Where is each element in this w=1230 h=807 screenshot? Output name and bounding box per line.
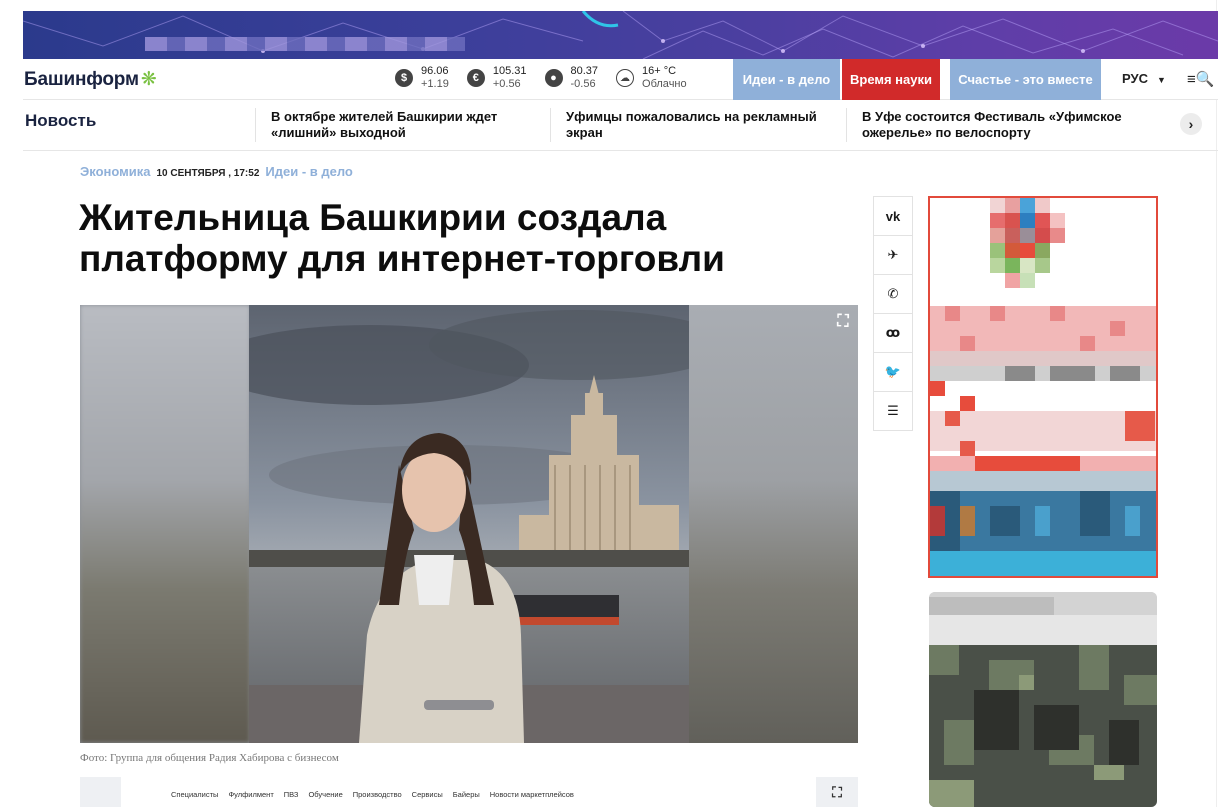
rate-eur-change: +0.56 — [492, 78, 521, 90]
nav-ideas-button[interactable]: Идеи - в дело — [733, 59, 840, 100]
site-logo[interactable]: Башинформ ❋ — [24, 68, 157, 91]
article-title: Жительница Башкирии создала платформу дл… — [79, 197, 725, 279]
euro-icon: € — [466, 69, 485, 87]
banner-network-graphic — [23, 11, 1218, 59]
strip-left-blur — [80, 777, 121, 807]
rate-oil-value: 80.37 — [570, 65, 599, 77]
rate-eur: € 105.31 +0.56 — [466, 65, 527, 91]
vk-share-button[interactable]: vk — [873, 196, 913, 236]
ticker-next-button[interactable]: › — [1180, 113, 1202, 135]
ticker-item[interactable]: В октябре жителей Башкирии ждет «лишний» … — [271, 109, 497, 141]
page-scrollbar[interactable] — [1216, 0, 1230, 807]
hero-photo — [249, 305, 689, 743]
sidebar-ad-top[interactable] — [928, 196, 1158, 578]
ticker-item[interactable]: В Уфе состоится Фестиваль «Уфимское ожере… — [862, 109, 1122, 141]
oil-drop-icon: ● — [544, 69, 563, 87]
expand-icon[interactable]: ⛶ — [816, 777, 858, 807]
twitter-share-button[interactable]: 🐦 — [873, 352, 913, 392]
hero-blur-right — [688, 305, 858, 743]
sidebar-ad-bottom[interactable] — [929, 592, 1157, 807]
weather: ☁ 16+ °C Облачно — [616, 65, 687, 91]
rate-oil-change: -0.56 — [570, 78, 596, 90]
expand-icon[interactable]: ⛶ — [834, 313, 852, 331]
rate-usd-change: +1.19 — [421, 78, 449, 90]
cloud-icon: ☁ — [616, 69, 635, 87]
nav-happiness-button[interactable]: Счастье - это вместе — [950, 59, 1101, 100]
photo-caption: Фото: Группа для общения Радия Хабирова … — [80, 752, 339, 764]
ticker-item[interactable]: Уфимцы пожаловались на рекламный экран — [566, 109, 817, 141]
chevron-down-icon: ▼ — [1156, 75, 1166, 85]
ad-mosaic — [930, 198, 1156, 576]
rubric-link[interactable]: Экономика — [80, 164, 151, 179]
top-ad-banner[interactable] — [23, 11, 1218, 59]
weather-desc: Облачно — [642, 78, 687, 90]
rate-oil: ● 80.37 -0.56 — [544, 65, 599, 91]
hero-blur-left — [80, 305, 250, 743]
hero-image[interactable]: ⛶ — [80, 305, 858, 743]
odnoklassniki-share-button[interactable]: ꚙ — [873, 313, 913, 353]
site-header: Башинформ ❋ $ 96.06 +1.19 € 105.31 +0.56 ● … — [23, 59, 1218, 100]
banner-pixelated-text — [145, 37, 465, 51]
rate-eur-value: 105.31 — [492, 65, 527, 77]
ticker-divider — [846, 108, 847, 142]
strip-nav: Специалисты Фулфилмент ПВЗ Обучение Прои… — [171, 790, 574, 799]
telegram-share-button[interactable]: ✈ — [873, 235, 913, 275]
logo-star-icon: ❋ — [140, 69, 157, 90]
share-panel: vk ✈ ✆ ꚙ 🐦 ☰ — [873, 196, 913, 431]
whatsapp-share-button[interactable]: ✆ — [873, 274, 913, 314]
ticker-divider — [550, 108, 551, 142]
rate-usd-value: 96.06 — [421, 65, 449, 77]
ad-mosaic — [929, 592, 1157, 807]
dollar-icon: $ — [395, 69, 413, 87]
nav-science-button[interactable]: Время науки — [842, 59, 940, 100]
publish-date: 10 СЕНТЯБРЯ , 17:52 — [156, 168, 260, 179]
currency-rates: $ 96.06 +1.19 € 105.31 +0.56 ● 80.37 -0.56 … — [395, 65, 687, 91]
news-ticker: Новость В октябре жителей Башкирии ждет «… — [23, 100, 1218, 151]
tag-link[interactable]: Идеи - в дело — [265, 164, 352, 179]
menu-search-icon[interactable]: ≡🔍 — [1187, 70, 1214, 88]
weather-temp: 16+ °C — [642, 65, 677, 77]
rate-usd: $ 96.06 +1.19 — [395, 65, 449, 91]
ticker-divider — [255, 108, 256, 142]
second-image: Специалисты Фулфилмент ПВЗ Обучение Прои… — [80, 777, 858, 807]
news-share-button[interactable]: ☰ — [873, 391, 913, 431]
ticker-label: Новость — [25, 111, 97, 130]
language-selector[interactable]: РУС ▼ — [1122, 71, 1166, 86]
article-meta: Экономика 10 СЕНТЯБРЯ , 17:52 Идеи - в д… — [80, 164, 353, 179]
